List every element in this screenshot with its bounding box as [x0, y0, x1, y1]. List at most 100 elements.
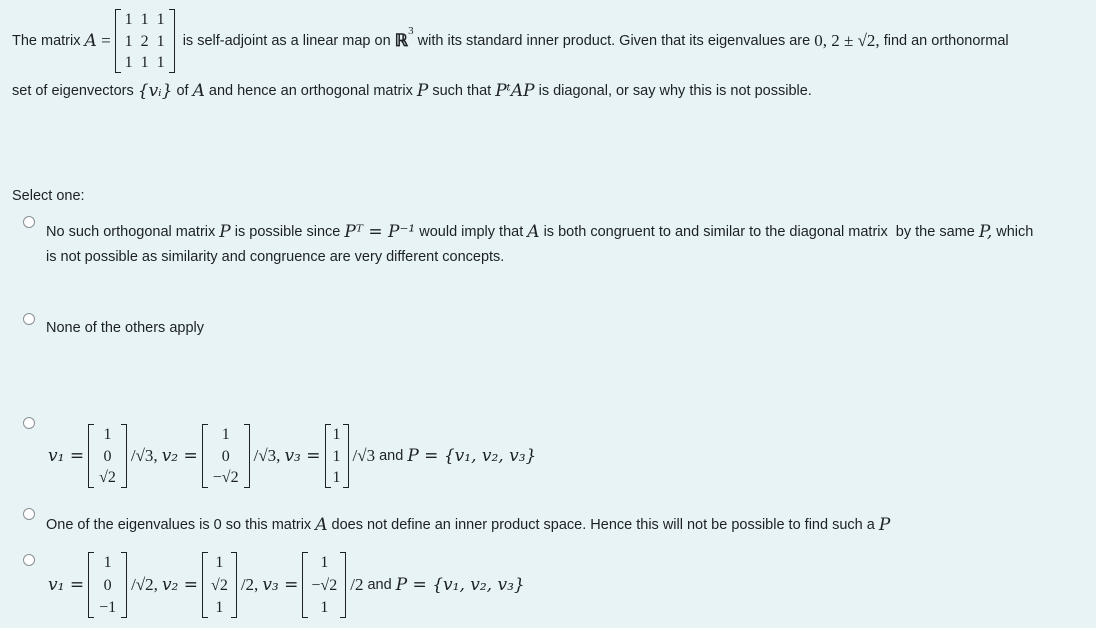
option-text: No such orthogonal matrix [46, 224, 216, 240]
vector-col: 1 −√2 1 [308, 552, 340, 618]
option-3-vectors: v₁ = 1 0 √2 /√3, v₂ = 1 0 −√2 /√3, v₃ = [48, 424, 536, 488]
v2-label: v₂ = [161, 575, 199, 595]
vector-cell: 1 [320, 554, 329, 571]
vector-cell: 1 [103, 426, 112, 443]
matrix-symbol: A [315, 515, 328, 535]
question-intro: The matrix [12, 33, 81, 49]
option-5-vectors: v₁ = 1 0 −1 /√2, v₂ = 1 √2 1 /2, v₃ = 1 … [48, 552, 525, 618]
question-text-end: find an orthonormal [883, 33, 1009, 49]
eigenvalues: 0, 2 ± √2, [814, 31, 880, 50]
matrix-cols: 1 1 1 1 2 1 1 1 1 [121, 9, 169, 73]
v3-label: v₃ = [262, 575, 299, 595]
select-one-prompt: Select one: [12, 188, 85, 204]
v1-vector: 1 0 √2 [88, 424, 127, 488]
vector-cell: 0 [103, 576, 112, 594]
vector-cell: √2 [99, 469, 116, 486]
matrix-cell: 1 [124, 11, 133, 28]
option-text: is possible since [234, 224, 341, 240]
vector-cell: 1 [215, 599, 224, 616]
bracket-right [120, 424, 127, 488]
v1-divisor: /√2, [131, 575, 158, 594]
bracket-right [121, 552, 128, 618]
vector-cell: 1 [221, 426, 230, 443]
matrix-symbol: P [878, 515, 891, 535]
matrix-symbol: P, [978, 222, 993, 242]
radio-option-4[interactable] [23, 508, 35, 520]
v3-divisor: /2 [350, 575, 364, 594]
v1-vector: 1 0 −1 [88, 552, 128, 618]
vector-cell: 1 [332, 426, 341, 443]
matrix-symbol: A [527, 222, 540, 242]
v2-vector: 1 0 −√2 [201, 424, 250, 488]
bracket-right [230, 552, 237, 618]
diagonal-expression: PᵗAP [495, 81, 535, 101]
option-1-line-1: No such orthogonal matrix P is possible … [46, 221, 1033, 243]
vector-col: 1 0 −√2 [208, 424, 244, 488]
option-text: One of the eigenvalues is 0 so this matr… [46, 517, 312, 533]
option-text: would imply that [419, 224, 524, 240]
radio-option-1[interactable] [23, 216, 35, 228]
question-text: such that [432, 83, 492, 99]
vector-cell: 0 [221, 447, 230, 465]
vector-col: 1 √2 1 [208, 552, 231, 618]
matrix-col: 1 1 1 [121, 9, 137, 73]
matrix-cell: 1 [140, 11, 149, 28]
matrix-col: 1 2 1 [137, 9, 153, 73]
matrix-A: 1 1 1 1 2 1 1 1 1 [114, 9, 175, 73]
vector-cell: 1 [332, 469, 341, 486]
v3-label: v₃ = [284, 446, 321, 466]
v1-label: v₁ = [48, 575, 85, 595]
matrix-cell: 1 [124, 32, 133, 50]
v2-vector: 1 √2 1 [202, 552, 237, 618]
p-definition: P = {v₁, v₂, v₃} [407, 446, 537, 466]
bracket-right [243, 424, 250, 488]
v2-divisor: /2, [240, 575, 259, 594]
space-exponent: 3 [408, 25, 414, 37]
p-definition: P = {v₁, v₂, v₃} [395, 575, 525, 595]
transpose-equation: Pᵀ = P⁻¹ [344, 222, 416, 242]
v1-label: v₁ = [48, 446, 85, 466]
v2-divisor: /√3, [253, 446, 281, 465]
vector-cell: −√2 [311, 576, 338, 594]
vector-col: 1 0 √2 [94, 424, 121, 488]
matrix-cell: 1 [156, 32, 165, 50]
option-1-line-2: is not possible as similarity and congru… [46, 249, 505, 265]
v3-vector: 1 −√2 1 [302, 552, 347, 618]
option-text: and [367, 577, 392, 593]
matrix-name: A [84, 31, 97, 51]
matrix-cell: 1 [124, 54, 133, 71]
question-text-inner: with its standard inner product. Given t… [417, 33, 811, 49]
option-text: is both congruent to and similar to the … [543, 224, 975, 240]
vector-cell: −1 [99, 599, 117, 616]
option-2-text: None of the others apply [46, 320, 204, 336]
eigenvector-set: {vᵢ} [137, 81, 173, 101]
vector-cell: 1 [320, 599, 329, 616]
question-text-after-matrix: is self-adjoint as a linear map on [182, 33, 391, 49]
matrix-cell: 1 [156, 54, 165, 71]
matrix-col: 1 1 1 [153, 9, 169, 73]
vector-col: 1 1 1 [331, 424, 343, 488]
question-line-2: set of eigenvectors {vᵢ} of A and hence … [12, 80, 812, 102]
vector-cell: 1 [103, 554, 112, 571]
radio-option-2[interactable] [23, 313, 35, 325]
option-text: does not define an inner product space. … [331, 517, 875, 533]
v2-label: v₂ = [161, 446, 198, 466]
radio-option-5[interactable] [23, 554, 35, 566]
v3-divisor: /√3 [352, 446, 376, 465]
vector-col: 1 0 −1 [94, 552, 121, 618]
bracket-right [168, 9, 175, 73]
equals-sign: = [96, 31, 111, 50]
option-text: which [996, 224, 1034, 240]
option-text: and [379, 448, 404, 464]
radio-option-3[interactable] [23, 417, 35, 429]
question-text: is diagonal, or say why this is not poss… [538, 83, 812, 99]
v1-divisor: /√3, [130, 446, 158, 465]
vector-cell: √2 [211, 576, 228, 594]
matrix-symbol: P [416, 81, 429, 101]
vector-cell: 1 [215, 554, 224, 571]
matrix-symbol: A [192, 81, 205, 101]
question-line-1: The matrix A = 1 1 1 1 2 1 1 1 1 is self… [12, 9, 1009, 73]
matrix-cell: 1 [140, 54, 149, 71]
vector-cell: −√2 [212, 469, 239, 486]
question-text: set of eigenvectors [12, 83, 134, 99]
